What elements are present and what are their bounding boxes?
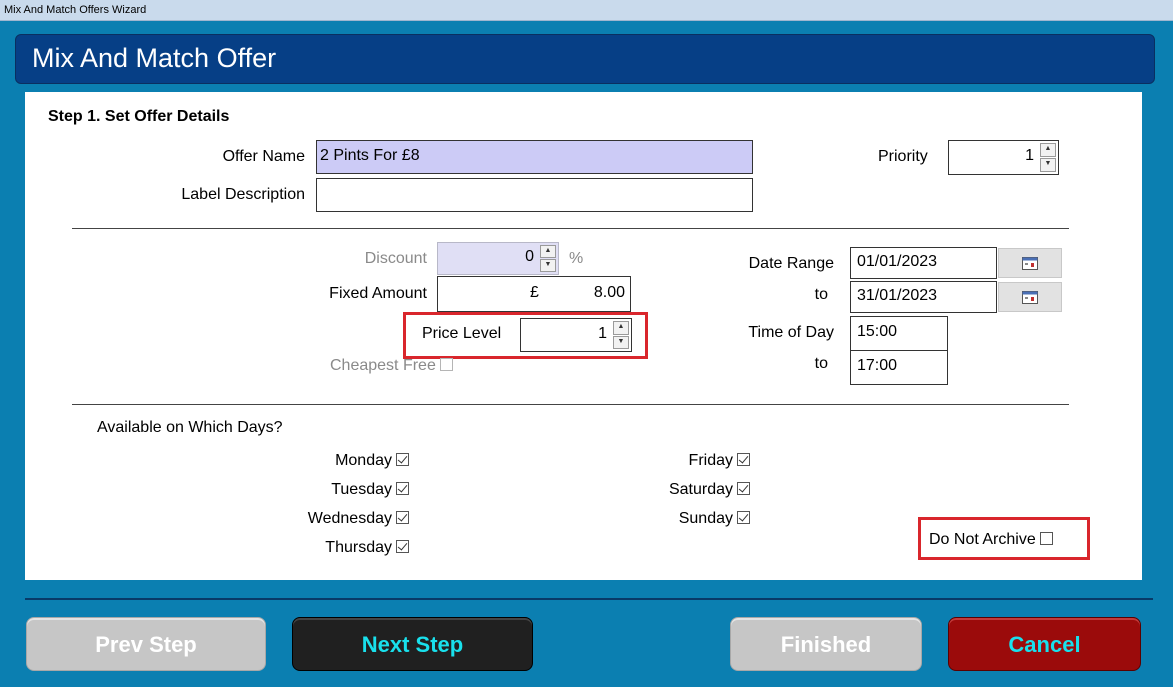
cheapest-free-checkbox[interactable]: Cheapest Free [330,357,453,375]
page-title: Mix And Match Offer [32,43,277,73]
checkbox-checked-icon[interactable] [396,511,409,524]
discount-unit: % [569,250,584,267]
saturday-checkbox[interactable]: Saturday [669,481,750,499]
checkbox-checked-icon[interactable] [737,482,750,495]
tuesday-label: Tuesday [331,481,392,498]
discount-arrows[interactable]: ▲ ▼ [540,245,556,272]
do-not-archive-highlight [918,517,1090,560]
fixed-amount-label: Fixed Amount [329,285,427,302]
calendar-icon [1022,257,1038,270]
time-to-input[interactable]: 17:00 [850,350,948,385]
label-description-input[interactable] [316,178,753,212]
finished-button[interactable]: Finished [730,617,922,671]
date-to-input[interactable]: 31/01/2023 [850,281,997,313]
date-range-label: Date Range [748,255,834,272]
page-header: Mix And Match Offer [15,34,1155,84]
discount-stepper[interactable]: 0 ▲ ▼ [437,242,559,275]
window-title: Mix And Match Offers Wizard [4,4,147,16]
priority-stepper[interactable]: 1 ▲ ▼ [948,140,1059,175]
calendar-icon [1022,291,1038,304]
date-from-input[interactable]: 01/01/2023 [850,247,997,279]
friday-checkbox[interactable]: Friday [689,452,750,470]
saturday-label: Saturday [668,481,733,498]
checkbox-checked-icon[interactable] [737,511,750,524]
label-description-label: Label Description [181,186,305,203]
checkbox-checked-icon[interactable] [396,453,409,466]
checkbox-checked-icon[interactable] [396,482,409,495]
thursday-label: Thursday [325,539,392,556]
monday-label: Monday [335,452,392,469]
tuesday-checkbox[interactable]: Tuesday [331,481,409,499]
chevron-down-icon[interactable]: ▼ [540,259,556,272]
next-step-button[interactable]: Next Step [292,617,533,671]
time-from-input[interactable]: 15:00 [850,316,948,351]
currency-symbol: £ [530,284,539,301]
sunday-label: Sunday [678,510,733,527]
date-to-label: to [814,286,828,303]
time-to-label: to [814,355,828,372]
wednesday-label: Wednesday [307,510,392,527]
chevron-down-icon[interactable]: ▼ [1040,158,1056,172]
fixed-amount-value: 8.00 [593,284,625,301]
priority-arrows[interactable]: ▲ ▼ [1040,143,1056,172]
priority-value: 1 [1025,147,1034,164]
date-from-calendar-button[interactable] [998,248,1062,278]
wednesday-checkbox[interactable]: Wednesday [308,510,409,528]
priority-label: Priority [878,148,928,165]
chevron-up-icon[interactable]: ▲ [540,245,556,258]
cancel-button[interactable]: Cancel [948,617,1141,671]
price-level-highlight [403,312,648,359]
time-of-day-label: Time of Day [748,324,834,341]
prev-step-button[interactable]: Prev Step [26,617,266,671]
checkbox-checked-icon[interactable] [737,453,750,466]
thursday-checkbox[interactable]: Thursday [325,539,409,557]
offer-name-input[interactable]: 2 Pints For £8 [316,140,753,174]
step-title: Step 1. Set Offer Details [48,108,230,125]
offer-details-panel: Step 1. Set Offer Details Offer Name 2 P… [25,92,1142,580]
offer-name-label: Offer Name [222,148,305,165]
discount-label: Discount [364,250,427,267]
cheapest-free-label: Cheapest Free [330,357,436,374]
footer-divider [25,598,1153,600]
window-title-bar: Mix And Match Offers Wizard [0,0,1173,21]
section-divider [72,228,1069,229]
monday-checkbox[interactable]: Monday [335,452,409,470]
section-divider [72,404,1069,405]
days-heading: Available on Which Days? [97,419,283,436]
chevron-up-icon[interactable]: ▲ [1040,143,1056,157]
discount-value: 0 [525,248,534,265]
checkbox-icon[interactable] [439,358,453,371]
friday-label: Friday [688,452,733,469]
fixed-amount-input[interactable]: £ 8.00 [437,276,631,312]
sunday-checkbox[interactable]: Sunday [679,510,750,528]
date-to-calendar-button[interactable] [998,282,1062,312]
checkbox-checked-icon[interactable] [396,540,409,553]
